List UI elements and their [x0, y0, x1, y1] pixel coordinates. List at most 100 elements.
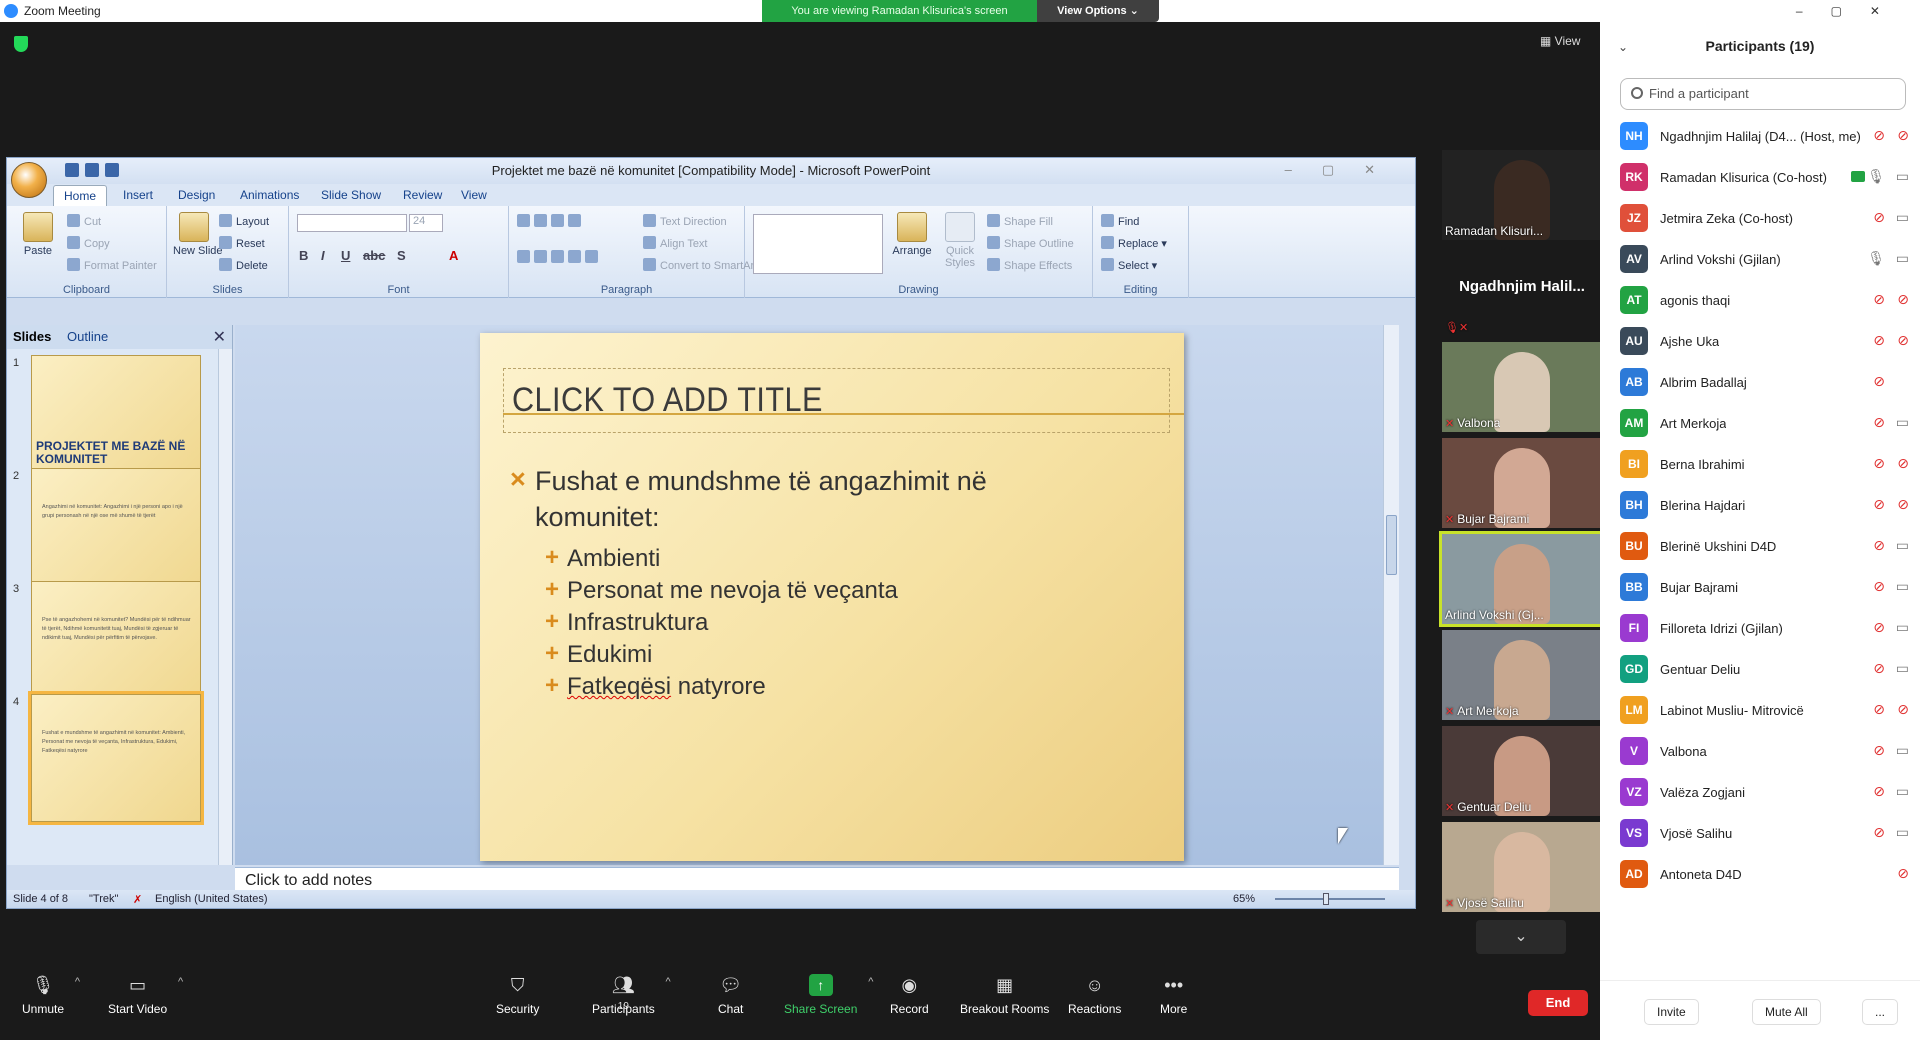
ppt-window-controls[interactable]: –▢✕: [1285, 162, 1405, 178]
participant-row[interactable]: VZ Valëza Zogjani ⊘ ▭: [1620, 773, 1915, 814]
slide-thumbnail-4[interactable]: 4 Fushat e mundshme të angazhimit në kom…: [7, 691, 217, 830]
align-text-button[interactable]: Align Text: [643, 236, 708, 250]
quick-styles-button[interactable]: Quick Styles: [939, 212, 981, 269]
tab-slides[interactable]: Slides: [13, 329, 51, 344]
caret-up-icon[interactable]: ^: [178, 976, 183, 988]
bold-icon[interactable]: B: [299, 248, 308, 263]
tab-animations[interactable]: Animations: [240, 188, 299, 202]
participant-row[interactable]: RK Ramadan Klisurica (Co-host) 🎙︎ ▭: [1620, 158, 1915, 199]
participant-row[interactable]: BH Blerina Hajdari ⊘ ⊘: [1620, 486, 1915, 527]
reactions-button[interactable]: ☺ Reactions: [1068, 974, 1121, 1016]
copy-button[interactable]: Copy: [67, 236, 110, 250]
arrange-button[interactable]: Arrange: [891, 212, 933, 257]
strikethrough-icon[interactable]: abc: [363, 248, 385, 263]
participant-row[interactable]: AV Arlind Vokshi (Gjilan) 🎙︎ ▭: [1620, 240, 1915, 281]
breakout-rooms-button[interactable]: ▦ Breakout Rooms: [960, 974, 1049, 1016]
replace-button[interactable]: Replace ▾: [1101, 236, 1167, 250]
zoom-level[interactable]: 65%: [1233, 893, 1255, 905]
start-video-button[interactable]: ▭ Start Video ^: [108, 974, 183, 1016]
participant-row[interactable]: AM Art Merkoja ⊘ ▭: [1620, 404, 1915, 445]
reset-button[interactable]: Reset: [219, 236, 265, 250]
video-tile[interactable]: ✕ Art Merkoja: [1442, 630, 1602, 720]
participant-row[interactable]: FI Filloreta Idrizi (Gjilan) ⊘ ▭: [1620, 609, 1915, 650]
title-placeholder[interactable]: CLICK TO ADD TITLE: [503, 368, 1170, 433]
slide-vertical-scrollbar[interactable]: [1383, 325, 1399, 865]
video-tile[interactable]: Ngadhnjim Halil... 🎙︎✕: [1442, 246, 1602, 336]
video-tile[interactable]: Ramadan Klisuri...: [1442, 150, 1602, 240]
caret-up-icon[interactable]: ^: [75, 976, 80, 988]
more-button[interactable]: ••• More: [1160, 974, 1187, 1016]
shadow-icon[interactable]: S: [397, 248, 406, 263]
view-button[interactable]: ▦ View: [1540, 34, 1580, 48]
record-button[interactable]: ◉ Record: [890, 974, 929, 1016]
video-tile[interactable]: Arlind Vokshi (Gj...: [1439, 531, 1605, 627]
close-pane-icon[interactable]: ✕: [213, 327, 226, 347]
cut-button[interactable]: Cut: [67, 214, 101, 228]
spellcheck-icon[interactable]: ✗: [133, 893, 142, 906]
participant-row[interactable]: VS Vjosë Salihu ⊘ ▭: [1620, 814, 1915, 855]
select-button[interactable]: Select ▾: [1101, 258, 1157, 272]
underline-icon[interactable]: U: [341, 248, 350, 263]
italic-icon[interactable]: I: [321, 248, 325, 263]
office-button[interactable]: [11, 162, 47, 198]
font-name-box[interactable]: [297, 214, 407, 232]
participant-row[interactable]: LM Labinot Musliu- Mitrovicë ⊘ ⊘: [1620, 691, 1915, 732]
participant-row[interactable]: JZ Jetmira Zeka (Co-host) ⊘ ▭: [1620, 199, 1915, 240]
participant-row[interactable]: BB Bujar Bajrami ⊘ ▭: [1620, 568, 1915, 609]
format-painter-button[interactable]: Format Painter: [67, 258, 157, 272]
font-size-box[interactable]: 24: [409, 214, 443, 232]
tab-view[interactable]: View: [461, 188, 487, 202]
encryption-shield-icon[interactable]: [14, 36, 28, 52]
unmute-button[interactable]: 🎙︎ Unmute ^: [22, 974, 80, 1016]
delete-button[interactable]: Delete: [219, 258, 268, 272]
font-color-icon[interactable]: A: [449, 248, 458, 263]
shape-fill-button[interactable]: Shape Fill: [987, 214, 1053, 228]
video-tile[interactable]: ✕ Bujar Bajrami: [1442, 438, 1602, 528]
tab-outline[interactable]: Outline: [67, 329, 108, 344]
new-slide-button[interactable]: New Slide: [173, 212, 223, 257]
shape-effects-button[interactable]: Shape Effects: [987, 258, 1072, 272]
more-options-button[interactable]: ...: [1862, 999, 1899, 1025]
chevron-down-icon[interactable]: ⌄: [1476, 920, 1566, 954]
current-slide[interactable]: CLICK TO ADD TITLE Fushat e mundshme të …: [480, 333, 1184, 861]
tab-slide-show[interactable]: Slide Show: [321, 188, 381, 202]
shapes-gallery[interactable]: [753, 214, 883, 274]
bullets-icon[interactable]: [517, 214, 585, 228]
participant-row[interactable]: GD Gentuar Deliu ⊘ ▭: [1620, 650, 1915, 691]
slides-pane-scrollbar[interactable]: [218, 349, 232, 865]
scrollbar-thumb[interactable]: [1386, 515, 1397, 575]
participant-row[interactable]: BI Berna Ibrahimi ⊘ ⊘: [1620, 445, 1915, 486]
zoom-slider-knob[interactable]: [1323, 893, 1329, 905]
window-controls[interactable]: –▢✕: [1796, 4, 1908, 18]
find-button[interactable]: Find: [1101, 214, 1139, 228]
participant-row[interactable]: BU Blerinë Ukshini D4D ⊘ ▭: [1620, 527, 1915, 568]
participant-search-input[interactable]: Find a participant: [1620, 78, 1906, 110]
convert-smartart-button[interactable]: Convert to SmartArt: [643, 258, 757, 272]
security-button[interactable]: ⛉ Security: [496, 974, 539, 1016]
zoom-slider[interactable]: [1275, 893, 1385, 905]
mute-all-button[interactable]: Mute All: [1752, 999, 1821, 1025]
video-tile[interactable]: ✕ Vjosë Salihu: [1442, 822, 1602, 912]
paste-button[interactable]: Paste: [17, 212, 59, 257]
tab-home[interactable]: Home: [53, 185, 108, 206]
tab-design[interactable]: Design: [178, 188, 215, 202]
layout-button[interactable]: Layout: [219, 214, 269, 228]
end-meeting-button[interactable]: End: [1528, 990, 1588, 1016]
participant-row[interactable]: AD Antoneta D4D ⊘: [1620, 855, 1915, 896]
video-tile[interactable]: ✕ Valbona: [1442, 342, 1602, 432]
chat-button[interactable]: 💬︎ Chat: [718, 974, 743, 1016]
tab-insert[interactable]: Insert: [123, 188, 153, 202]
caret-up-icon[interactable]: ^: [666, 976, 671, 988]
participant-row[interactable]: V Valbona ⊘ ▭: [1620, 732, 1915, 773]
participants-button[interactable]: 👥︎19 Participants ^: [592, 974, 671, 1016]
shape-outline-button[interactable]: Shape Outline: [987, 236, 1074, 250]
view-options-button[interactable]: View Options ⌄: [1037, 0, 1159, 22]
invite-button[interactable]: Invite: [1644, 999, 1699, 1025]
participant-row[interactable]: AT agonis thaqi ⊘ ⊘: [1620, 281, 1915, 322]
alignment-icons[interactable]: [517, 250, 602, 264]
caret-up-icon[interactable]: ^: [868, 976, 873, 988]
participant-row[interactable]: AB Albrim Badallaj ⊘: [1620, 363, 1915, 404]
tab-review[interactable]: Review: [403, 188, 442, 202]
participant-row[interactable]: NH Ngadhnjim Halilaj (D4... (Host, me) ⊘ ⊘: [1620, 117, 1915, 158]
video-tile[interactable]: ✕ Gentuar Deliu: [1442, 726, 1602, 816]
